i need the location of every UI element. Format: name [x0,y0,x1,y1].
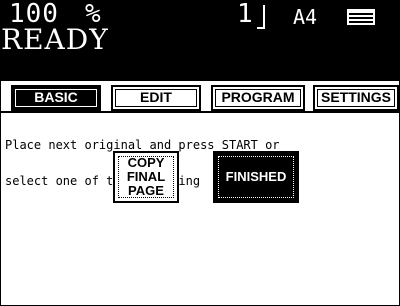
copier-panel: 100 % 1 A4 READY BASIC EDIT PROGRAM SETT… [0,0,400,306]
finished-label: FINISHED [225,169,287,184]
finished-button[interactable]: FINISHED [213,151,299,203]
tab-basic-label: BASIC [34,89,78,105]
paper-size: A4 [293,5,318,29]
copy-final-page-line-1: COPY [127,155,165,170]
tab-settings-label: SETTINGS [320,89,391,105]
paper-tray-icon [347,9,375,25]
tab-divider [1,111,399,113]
copy-count: 1 [237,0,253,29]
machine-status: READY [1,23,109,56]
copy-final-page-line-2: FINAL [126,169,166,184]
tab-settings[interactable]: SETTINGS [313,85,399,111]
copy-final-page-line-3: PAGE [128,183,164,198]
copy-final-page-button[interactable]: COPY FINAL PAGE [113,151,179,203]
count-bracket [257,5,265,29]
tab-basic[interactable]: BASIC [11,85,101,111]
tab-program[interactable]: PROGRAM [211,85,305,111]
status-header: 100 % 1 A4 READY [1,1,399,81]
message-line-1: Place next original and press START or [5,138,280,152]
tab-edit[interactable]: EDIT [111,85,201,111]
tab-program-label: PROGRAM [221,89,295,105]
tab-edit-label: EDIT [140,89,172,105]
tab-bar: BASIC EDIT PROGRAM SETTINGS [1,85,399,113]
